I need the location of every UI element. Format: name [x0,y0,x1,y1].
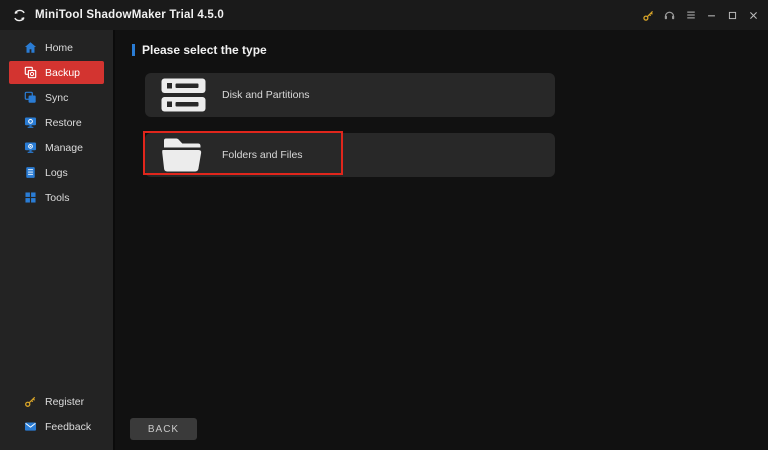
maximize-icon[interactable] [722,3,743,27]
app-window: MiniTool ShadowMaker Trial 4.5.0 [0,0,768,450]
sidebar-item-logs[interactable]: Logs [9,161,104,184]
logs-icon [24,166,37,179]
sidebar-item-label: Manage [45,142,83,154]
title-bar: MiniTool ShadowMaker Trial 4.5.0 [0,0,768,30]
sidebar-item-home[interactable]: Home [9,36,104,59]
sidebar-item-sync[interactable]: Sync [9,86,104,109]
support-headset-icon[interactable] [659,3,680,27]
register-key-icon[interactable] [638,3,659,27]
envelope-icon [24,420,37,433]
close-icon[interactable] [743,3,764,27]
sidebar-item-register[interactable]: Register [9,390,104,413]
sidebar-item-tools[interactable]: Tools [9,186,104,209]
sidebar-item-feedback[interactable]: Feedback [9,415,104,438]
backup-icon [24,66,37,79]
sidebar-item-manage[interactable]: Manage [9,136,104,159]
sidebar-item-label: Logs [45,167,68,179]
sidebar-item-label: Home [45,42,73,54]
card-label: Folders and Files [222,149,303,161]
sidebar-item-label: Restore [45,117,82,129]
window-content: Home Backup [0,30,768,450]
restore-icon [24,116,37,129]
card-folders-and-files[interactable]: Folders and Files [145,133,555,177]
card-label: Disk and Partitions [222,89,310,101]
manage-icon [24,141,37,154]
disk-stack-icon [160,78,206,112]
sidebar-item-backup[interactable]: Backup [9,61,104,84]
sidebar-item-label: Tools [45,192,70,204]
page-header: Please select the type [115,30,768,57]
sidebar: Home Backup [0,30,115,450]
key-icon [24,395,37,408]
sidebar-item-label: Backup [45,67,80,79]
backup-type-list: Disk and Partitions Folders and Files [145,73,555,177]
app-logo-icon [12,8,27,23]
card-disk-and-partitions[interactable]: Disk and Partitions [145,73,555,117]
main-panel: Please select the type Disk [115,30,768,450]
page-title: Please select the type [142,43,267,57]
menu-icon[interactable] [680,3,701,27]
sidebar-item-label: Sync [45,92,68,104]
sidebar-footer: Register Feedback [0,390,113,440]
sidebar-item-restore[interactable]: Restore [9,111,104,134]
window-controls [638,3,764,27]
home-icon [24,41,37,54]
tools-icon [24,191,37,204]
back-button[interactable]: BACK [130,418,197,440]
sidebar-item-label: Register [45,396,84,408]
folder-icon [160,137,206,173]
sidebar-item-label: Feedback [45,421,91,433]
minimize-icon[interactable] [701,3,722,27]
window-title: MiniTool ShadowMaker Trial 4.5.0 [35,9,224,21]
sync-icon [24,91,37,104]
header-accent-bar [132,44,135,56]
